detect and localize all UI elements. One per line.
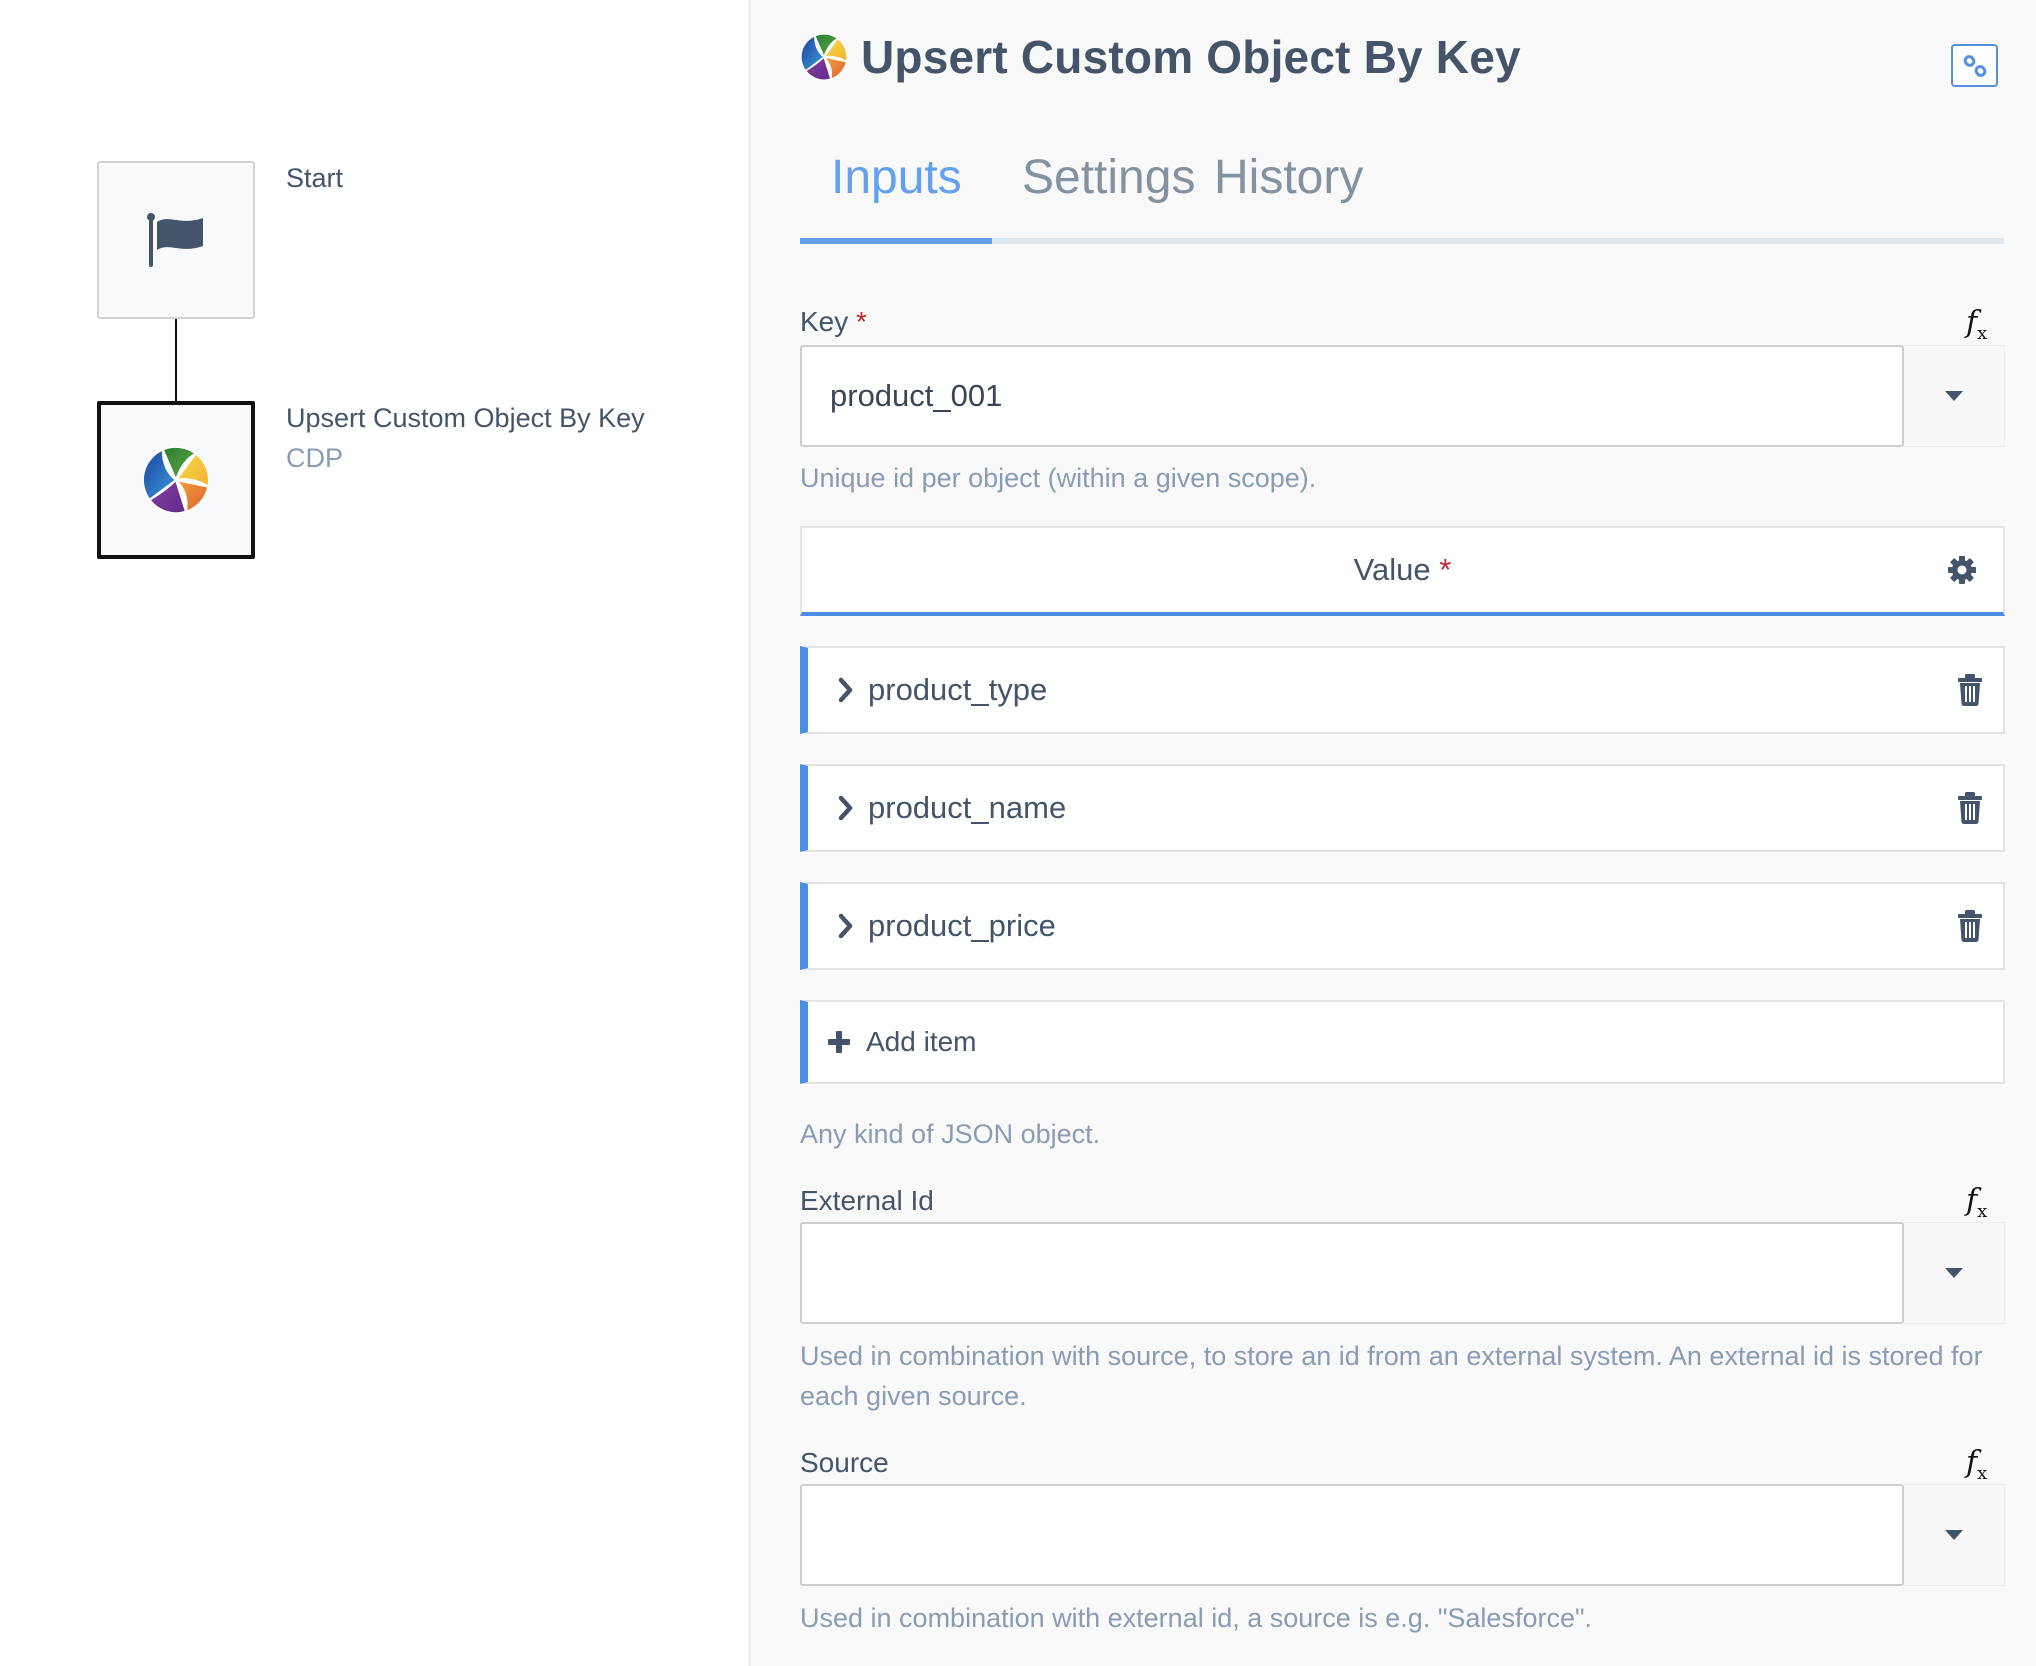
flow-node-start[interactable]: [97, 161, 255, 319]
fx-toggle-key[interactable]: 𝑓x: [1966, 305, 1987, 344]
trash-icon[interactable]: [1957, 792, 1983, 824]
flag-icon: [147, 213, 203, 267]
key-input[interactable]: product_001: [800, 345, 1904, 447]
key-label-text: Key: [800, 306, 849, 337]
link-icon: [1963, 54, 1986, 77]
source-dropdown-button[interactable]: [1904, 1484, 2005, 1586]
gear-icon[interactable]: [1947, 555, 1977, 585]
cdp-logo-icon: [801, 34, 847, 80]
tab-settings[interactable]: Settings: [1022, 150, 1195, 205]
function-icon: 𝑓x: [1966, 1445, 1988, 1484]
trash-icon[interactable]: [1957, 910, 1983, 942]
flow-canvas: Start Upsert Custom Object By Key CDP: [0, 0, 748, 1666]
chevron-right-icon[interactable]: [838, 795, 854, 821]
properties-panel: Upsert Custom Object By Key Inputs Setti…: [751, 0, 2036, 1666]
fx-toggle-external-id[interactable]: 𝑓x: [1966, 1183, 1987, 1222]
value-item[interactable]: product_name: [800, 764, 2005, 852]
chevron-right-icon[interactable]: [838, 677, 854, 703]
flow-node-upsert-sublabel: CDP: [286, 443, 344, 473]
trash-icon[interactable]: [1957, 674, 1983, 706]
link-button[interactable]: [1951, 44, 1998, 87]
external-id-label: External Id: [800, 1185, 934, 1216]
external-id-input[interactable]: [800, 1222, 1904, 1324]
value-header: Value *: [800, 526, 2005, 616]
external-id-dropdown-button[interactable]: [1904, 1222, 2005, 1324]
required-mark: *: [1439, 552, 1452, 587]
caret-down-icon: [1945, 391, 1963, 401]
flow-node-start-label: Start: [286, 163, 344, 193]
flow-node-upsert[interactable]: [97, 401, 255, 559]
function-icon: 𝑓x: [1966, 305, 1988, 344]
required-mark: *: [856, 306, 867, 337]
fx-toggle-source[interactable]: 𝑓x: [1966, 1445, 1987, 1484]
key-help-text: Unique id per object (within a given sco…: [800, 463, 1317, 493]
flow-connector: [175, 319, 177, 401]
tab-history[interactable]: History: [1214, 150, 1363, 205]
external-id-combobox: [800, 1222, 2005, 1324]
source-label: Source: [800, 1447, 889, 1478]
value-item-label: product_type: [868, 672, 1048, 707]
key-label: Key *: [800, 306, 867, 338]
key-combobox: product_001: [800, 345, 2005, 447]
panel-tabs: Inputs Settings History: [800, 150, 2004, 244]
value-item[interactable]: product_price: [800, 882, 2005, 970]
plus-icon: [828, 1031, 850, 1053]
active-tab-indicator: [800, 238, 992, 244]
panel-title: Upsert Custom Object By Key: [861, 31, 1521, 83]
external-id-help-text: Used in combination with source, to stor…: [800, 1341, 1983, 1411]
flow-node-upsert-label: Upsert Custom Object By Key: [286, 403, 645, 433]
caret-down-icon: [1945, 1530, 1963, 1540]
add-item-button[interactable]: Add item: [800, 1000, 2005, 1084]
chevron-right-icon[interactable]: [838, 913, 854, 939]
value-help-text: Any kind of JSON object.: [800, 1119, 1101, 1149]
source-input[interactable]: [800, 1484, 1904, 1586]
value-label-text: Value: [1353, 552, 1431, 587]
panel-header: Upsert Custom Object By Key: [801, 30, 1521, 84]
caret-down-icon: [1945, 1268, 1963, 1278]
key-dropdown-button[interactable]: [1904, 345, 2005, 447]
value-item-label: product_name: [868, 790, 1067, 825]
value-item[interactable]: product_type: [800, 646, 2005, 734]
cdp-logo-icon: [143, 447, 209, 513]
source-combobox: [800, 1484, 2005, 1586]
add-item-label: Add item: [866, 1026, 977, 1057]
value-label: Value *: [1354, 552, 1452, 588]
value-item-label: product_price: [868, 908, 1056, 943]
tab-inputs[interactable]: Inputs: [831, 150, 962, 205]
source-help-text: Used in combination with external id, a …: [800, 1603, 1593, 1633]
function-icon: 𝑓x: [1966, 1183, 1988, 1222]
